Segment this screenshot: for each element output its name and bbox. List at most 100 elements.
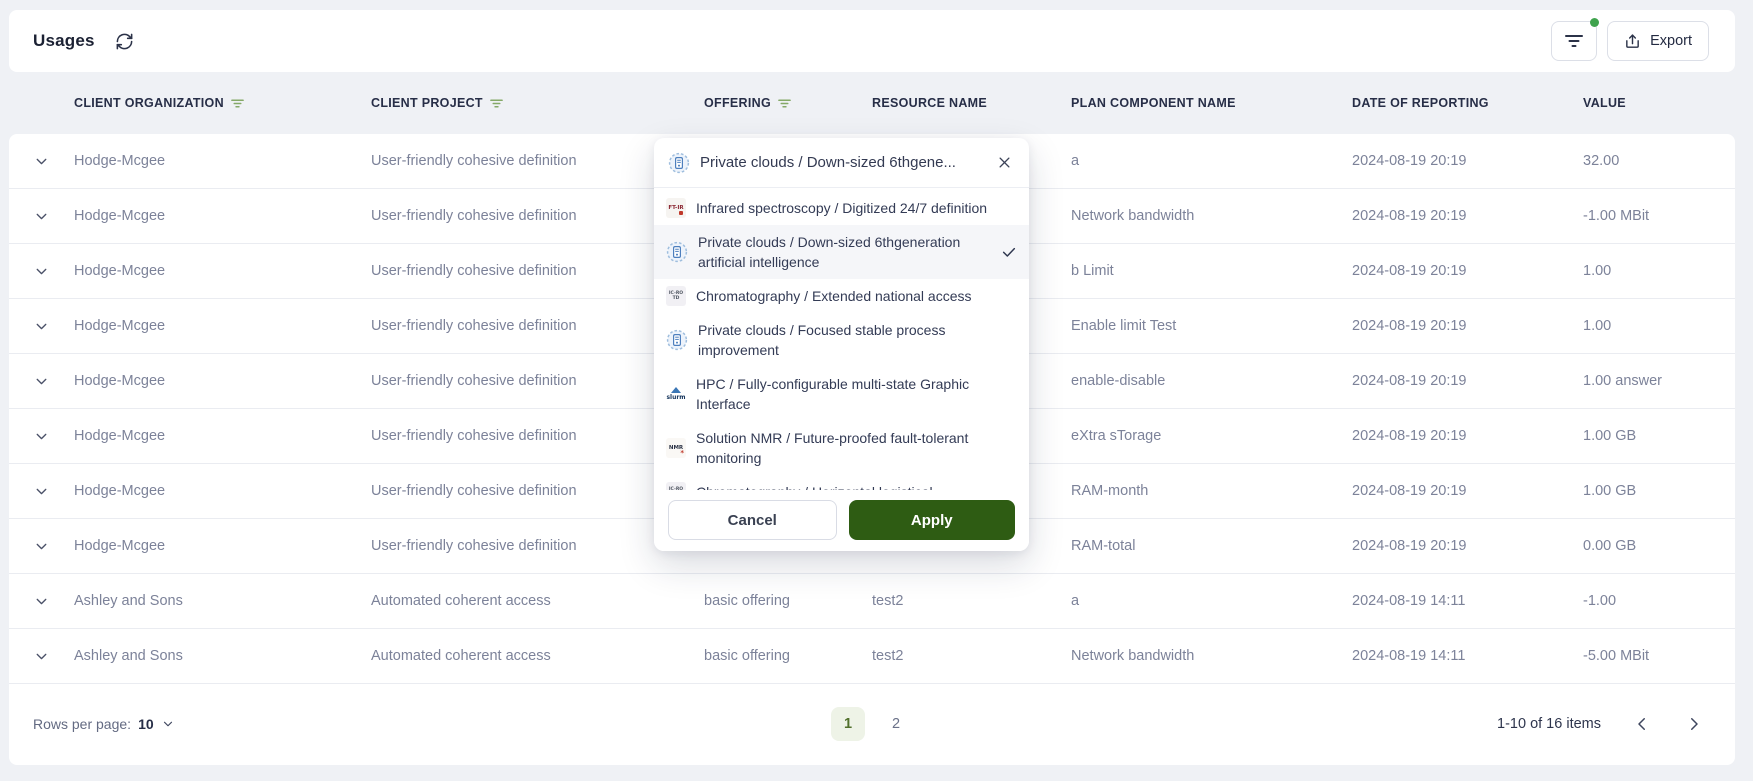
- toolbar-actions: Export: [1551, 21, 1709, 61]
- clear-selection-button[interactable]: [989, 148, 1019, 178]
- cell-resource-name: test2: [872, 593, 1071, 609]
- cell-resource-name: test2: [872, 648, 1071, 664]
- cell-date-of-reporting: 2024-08-19 20:19: [1352, 538, 1583, 554]
- rows-per-page-label: Rows per page:: [33, 716, 131, 732]
- page-buttons: 12: [831, 707, 913, 741]
- row-expand-button[interactable]: [9, 373, 74, 390]
- column-header-org[interactable]: CLIENT ORGANIZATION: [74, 96, 371, 110]
- next-page-button[interactable]: [1683, 713, 1705, 735]
- cell-value: 0.00 GB: [1583, 538, 1735, 554]
- cell-value: 1.00: [1583, 318, 1735, 334]
- cell-client-project: Automated coherent access: [371, 593, 704, 609]
- offering-search-row: Private clouds / Down-sized 6thgene...: [654, 138, 1029, 188]
- offering-option[interactable]: Private clouds / Focused stable process …: [654, 313, 1029, 367]
- column-header-date[interactable]: DATE OF REPORTING: [1352, 96, 1583, 110]
- pagination-bar: Rows per page: 10 12 1-10 of 16 items: [9, 684, 1735, 764]
- cell-client-organization: Ashley and Sons: [74, 648, 371, 664]
- row-expand-button[interactable]: [9, 483, 74, 500]
- page-button-2[interactable]: 2: [879, 707, 913, 741]
- cell-plan-component-name: eXtra sTorage: [1071, 428, 1352, 444]
- offering-option[interactable]: NMR Solution NMR / Future-proofed fault-…: [654, 421, 1029, 475]
- row-expand-button[interactable]: [9, 318, 74, 335]
- cell-value: 32.00: [1583, 153, 1735, 169]
- column-header-value[interactable]: VALUE: [1583, 96, 1735, 110]
- column-filter-icon[interactable]: [778, 98, 791, 109]
- cell-date-of-reporting: 2024-08-19 14:11: [1352, 593, 1583, 609]
- chevron-right-icon: [1685, 715, 1703, 733]
- cell-client-organization: Hodge-Mcgee: [74, 263, 371, 279]
- cell-date-of-reporting: 2024-08-19 20:19: [1352, 483, 1583, 499]
- offering-option-label: Private clouds / Down-sized 6thgeneratio…: [698, 232, 991, 272]
- cell-value: 1.00 GB: [1583, 428, 1735, 444]
- page-button-1[interactable]: 1: [831, 707, 865, 741]
- cell-value: -1.00 MBit: [1583, 208, 1735, 224]
- private-clouds-icon: [666, 241, 688, 263]
- cell-client-organization: Hodge-Mcgee: [74, 153, 371, 169]
- cell-plan-component-name: a: [1071, 593, 1352, 609]
- cell-offering: basic offering: [704, 648, 872, 664]
- ftir-icon: FT-IR: [666, 198, 686, 218]
- column-header-label: DATE OF REPORTING: [1352, 96, 1489, 110]
- column-header-project[interactable]: CLIENT PROJECT: [371, 96, 704, 110]
- row-expand-button[interactable]: [9, 153, 74, 170]
- filter-popup-footer: Cancel Apply: [654, 490, 1029, 551]
- cell-client-organization: Hodge-Mcgee: [74, 318, 371, 334]
- pagination-right: 1-10 of 16 items: [1497, 713, 1705, 735]
- chromatography-icon: IC-ROTD: [666, 482, 686, 490]
- close-icon: [997, 155, 1012, 170]
- row-expand-button[interactable]: [9, 428, 74, 445]
- offering-option-label: Chromatography / Extended national acces…: [696, 286, 972, 306]
- chevron-down-icon: [161, 717, 175, 731]
- offering-option-label: Solution NMR / Future-proofed fault-tole…: [696, 428, 1017, 468]
- column-filter-icon[interactable]: [490, 98, 503, 109]
- chevron-down-icon: [33, 153, 50, 170]
- column-header-offering[interactable]: OFFERING: [704, 96, 872, 110]
- column-header-label: OFFERING: [704, 96, 771, 110]
- cancel-button[interactable]: Cancel: [668, 500, 837, 540]
- filters-button[interactable]: [1551, 21, 1597, 61]
- cell-client-project: Automated coherent access: [371, 648, 704, 664]
- chevron-left-icon: [1633, 715, 1651, 733]
- chevron-down-icon: [33, 593, 50, 610]
- cell-date-of-reporting: 2024-08-19 20:19: [1352, 373, 1583, 389]
- offering-option[interactable]: Private clouds / Down-sized 6thgeneratio…: [654, 225, 1029, 279]
- cell-date-of-reporting: 2024-08-19 14:11: [1352, 648, 1583, 664]
- column-header-resource[interactable]: RESOURCE NAME: [872, 96, 1071, 110]
- column-header-label: RESOURCE NAME: [872, 96, 987, 110]
- column-header-label: CLIENT ORGANIZATION: [74, 96, 224, 110]
- private-clouds-icon: [666, 329, 688, 351]
- cell-value: -5.00 MBit: [1583, 648, 1735, 664]
- offering-option[interactable]: IC-ROTD Chromatography / Horizontal logi…: [654, 475, 1029, 490]
- row-expand-button[interactable]: [9, 208, 74, 225]
- chevron-down-icon: [33, 263, 50, 280]
- private-clouds-icon: [668, 152, 690, 174]
- table-header-row: CLIENT ORGANIZATION CLIENT PROJECT OFFER…: [9, 72, 1735, 134]
- row-expand-button[interactable]: [9, 648, 74, 665]
- cell-date-of-reporting: 2024-08-19 20:19: [1352, 153, 1583, 169]
- export-button[interactable]: Export: [1607, 21, 1709, 61]
- rows-per-page-value: 10: [138, 716, 154, 732]
- column-header-plan[interactable]: PLAN COMPONENT NAME: [1071, 96, 1352, 110]
- chevron-down-icon: [33, 483, 50, 500]
- offering-option[interactable]: FT-IR Infrared spectroscopy / Digitized …: [654, 191, 1029, 225]
- cell-plan-component-name: RAM-month: [1071, 483, 1352, 499]
- previous-page-button[interactable]: [1631, 713, 1653, 735]
- refresh-button[interactable]: [113, 30, 136, 53]
- apply-button[interactable]: Apply: [849, 500, 1016, 540]
- column-header-label: VALUE: [1583, 96, 1626, 110]
- offering-option[interactable]: IC-ROTD Chromatography / Extended nation…: [654, 279, 1029, 313]
- chevron-down-icon: [33, 208, 50, 225]
- offering-option[interactable]: slurm HPC / Fully-configurable multi-sta…: [654, 367, 1029, 421]
- row-expand-button[interactable]: [9, 538, 74, 555]
- slurm-icon: slurm: [666, 384, 686, 404]
- rows-per-page-select[interactable]: Rows per page: 10: [33, 716, 175, 732]
- cell-date-of-reporting: 2024-08-19 20:19: [1352, 263, 1583, 279]
- nmr-icon: NMR: [666, 438, 686, 458]
- cell-plan-component-name: Network bandwidth: [1071, 208, 1352, 224]
- column-filter-icon[interactable]: [231, 98, 244, 109]
- row-expand-button[interactable]: [9, 263, 74, 280]
- cell-client-organization: Ashley and Sons: [74, 593, 371, 609]
- offering-option-list: FT-IR Infrared spectroscopy / Digitized …: [654, 188, 1029, 490]
- offering-search-input[interactable]: Private clouds / Down-sized 6thgene...: [700, 154, 979, 171]
- row-expand-button[interactable]: [9, 593, 74, 610]
